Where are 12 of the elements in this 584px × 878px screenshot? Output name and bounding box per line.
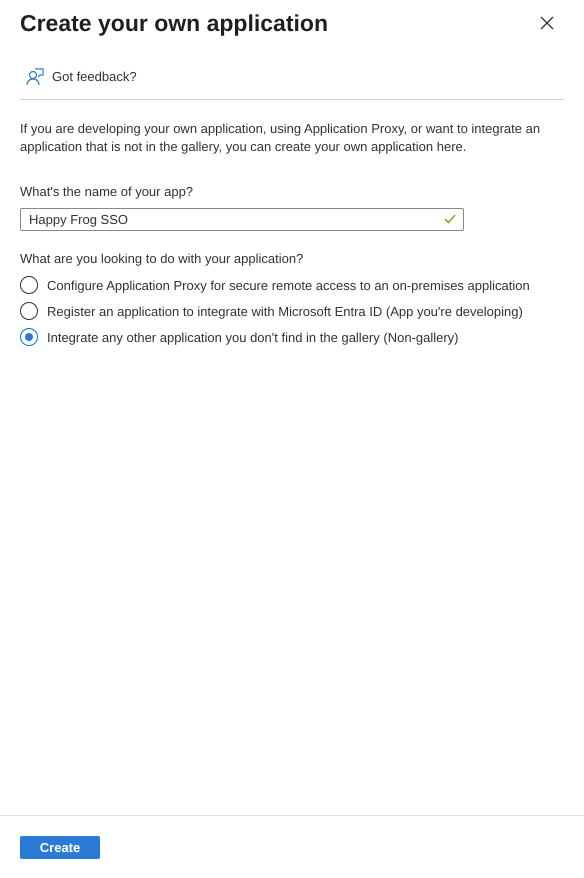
radio-option[interactable]: Integrate any other application you don't find in the gallery (Non-gallery) xyxy=(20,327,564,347)
feedback-icon xyxy=(26,68,44,86)
description-text: If you are developing your own application, using Application Proxy, or want to integrate an application that is not in the gallery, you can create your own application here. xyxy=(20,120,542,156)
create-button[interactable]: Create xyxy=(20,836,100,859)
app-name-field[interactable]: Happy Frog SSO xyxy=(20,208,464,231)
radio-option[interactable]: Configure Application Proxy for secure remote access to an on-premises application xyxy=(20,275,564,295)
question-text: What are you looking to do with your application? xyxy=(20,251,304,266)
field-label: What's the name of your app? xyxy=(20,184,194,199)
panel-title: Create your own application xyxy=(20,10,328,36)
close-icon xyxy=(540,16,554,30)
radio-option[interactable]: Register an application to integrate with Microsoft Entra ID (App you're developing) xyxy=(20,301,564,321)
feedback-link[interactable]: Got feedback? xyxy=(26,68,137,86)
